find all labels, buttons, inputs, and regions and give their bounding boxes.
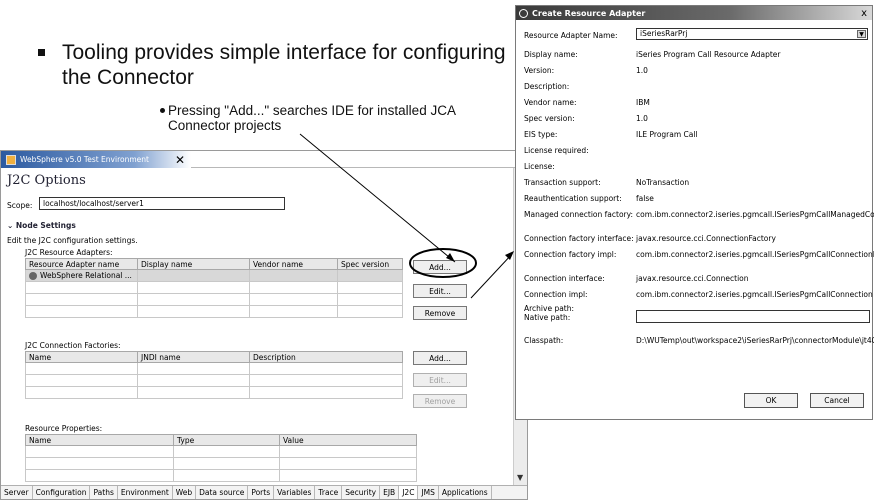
- dialog-link-arrowhead-icon: [505, 251, 514, 260]
- callout-arrow: [299, 133, 456, 263]
- annotation-overlay: [299, 133, 514, 299]
- dialog-link-arrow: [470, 253, 513, 299]
- add-button-highlight: [409, 248, 477, 278]
- callout-arrowhead-icon: [446, 253, 455, 262]
